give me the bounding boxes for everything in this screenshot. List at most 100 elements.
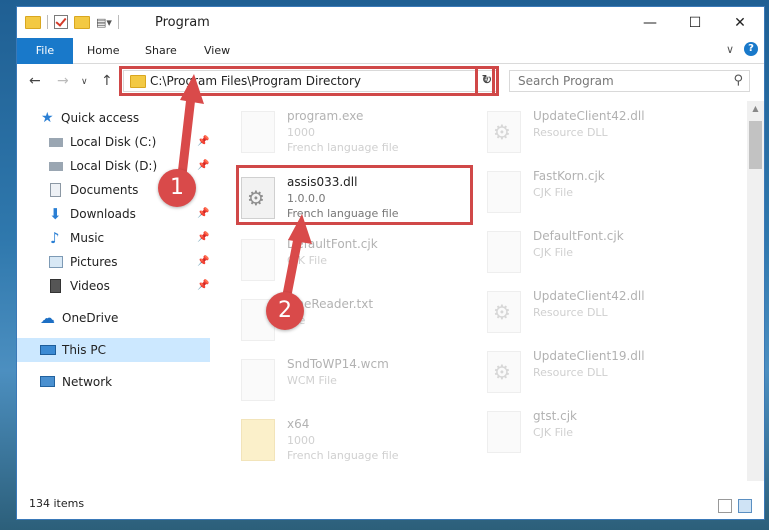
file-icon [241, 359, 275, 401]
pin-icon: 📌 [197, 160, 210, 171]
dll-gear-icon [487, 291, 521, 333]
tab-view[interactable]: View [204, 38, 230, 63]
sidebar-item-onedrive[interactable]: ☁ OneDrive [17, 306, 210, 330]
minimize-button[interactable]: — [627, 7, 673, 38]
forward-icon[interactable]: → [57, 73, 69, 89]
sidebar-item-quick-access[interactable]: ★ Quick access [17, 106, 210, 130]
details-view-icon[interactable] [718, 499, 732, 513]
file-item[interactable]: DefaultFont.cjk CJK File [241, 235, 481, 291]
pin-icon: 📌 [197, 136, 210, 147]
file-name: x64 [287, 417, 310, 431]
file-item[interactable]: UpdateClient42.dll Resource DLL [487, 107, 727, 163]
sidebar-item-network[interactable]: Network [17, 370, 210, 394]
file-description: French language file [287, 449, 399, 462]
sidebar-item-label: Music [70, 231, 105, 245]
up-icon[interactable]: ↑ [101, 73, 113, 89]
file-type: Resource DLL [533, 306, 608, 319]
title-bar: ▤▾ Program — ☐ ✕ [17, 7, 764, 38]
item-count: 134 items [29, 497, 85, 510]
window-title: Program [155, 15, 210, 30]
file-item[interactable]: UpdateClient19.dll Resource DLL [487, 347, 727, 403]
scroll-thumb[interactable] [749, 121, 762, 169]
download-arrow-icon: ⬇ [49, 205, 62, 223]
sidebar-item-videos[interactable]: Videos 📌 [17, 274, 210, 298]
scroll-up-icon[interactable]: ▲ [747, 101, 764, 117]
sidebar-item-label: Local Disk (D:) [70, 159, 158, 173]
file-list: program.exe 1000 French language file as… [217, 101, 745, 481]
sidebar-item-local-disk-c[interactable]: Local Disk (C:) 📌 [17, 130, 210, 154]
file-item[interactable]: gtst.cjk CJK File [487, 407, 727, 463]
sidebar-item-label: Videos [70, 279, 110, 293]
file-name: program.exe [287, 109, 364, 123]
file-type: CJK File [533, 426, 574, 439]
customize-toolbar-icon[interactable]: ▤▾ [96, 16, 112, 29]
highlight-address-box [119, 66, 495, 96]
large-icons-view-icon[interactable] [738, 499, 752, 513]
file-item[interactable]: x64 1000 French language file [241, 415, 481, 471]
divider [47, 15, 48, 29]
file-version: 1000 [287, 434, 315, 447]
file-name: gtst.cjk [533, 409, 577, 423]
file-item[interactable]: UpdateClient42.dll Resource DLL [487, 287, 727, 343]
file-name: SndToWP14.wcm [287, 357, 389, 371]
sidebar-item-this-pc[interactable]: This PC [17, 338, 210, 362]
quick-access-toolbar: ▤▾ [25, 15, 119, 29]
pin-icon: 📌 [197, 280, 210, 291]
file-type: CJK File [533, 246, 574, 259]
file-item[interactable]: DefaultFont.cjk CJK File [487, 227, 727, 283]
file-item[interactable]: FastKorn.cjk CJK File [487, 167, 727, 223]
sidebar-item-label: Quick access [61, 111, 140, 125]
file-item[interactable]: SndToWP14.wcm WCM File [241, 355, 481, 411]
file-type: Resource DLL [533, 366, 608, 379]
help-icon[interactable]: ? [744, 42, 758, 56]
file-item[interactable]: program.exe 1000 French language file [241, 107, 481, 163]
cloud-icon: ☁ [40, 309, 55, 327]
file-name: UpdateClient42.dll [533, 109, 645, 123]
file-icon [487, 171, 521, 213]
sidebar-item-label: Downloads [70, 207, 136, 221]
sidebar-item-label: Pictures [70, 255, 118, 269]
properties-icon[interactable] [54, 15, 68, 29]
documents-icon [50, 183, 61, 197]
file-name: UpdateClient19.dll [533, 349, 645, 363]
dll-gear-icon [487, 351, 521, 393]
film-icon [50, 279, 61, 293]
vertical-scrollbar[interactable]: ▲ [747, 101, 764, 481]
folder-icon [25, 15, 41, 29]
file-icon [241, 239, 275, 281]
file-name: UpdateClient42.dll [533, 289, 645, 303]
pin-icon: 📌 [197, 256, 210, 267]
tab-home[interactable]: Home [87, 38, 119, 63]
file-type: WCM File [287, 374, 337, 387]
new-folder-icon[interactable] [74, 15, 90, 29]
file-icon [487, 411, 521, 453]
sidebar-item-pictures[interactable]: Pictures 📌 [17, 250, 210, 274]
maximize-button[interactable]: ☐ [672, 7, 718, 38]
expand-ribbon-icon[interactable]: ∨ [726, 43, 734, 56]
file-name: FastKorn.cjk [533, 169, 605, 183]
tab-share[interactable]: Share [145, 38, 177, 63]
star-icon: ★ [41, 110, 54, 126]
highlight-file-box [236, 165, 473, 225]
ribbon-tabs: File Home Share View ∨ ? [17, 38, 764, 94]
search-placeholder: Search Program [518, 74, 614, 88]
file-type: Resource DLL [533, 126, 608, 139]
close-button[interactable]: ✕ [717, 7, 763, 38]
search-input[interactable]: Search Program ⚲ [509, 70, 750, 92]
search-icon: ⚲ [733, 73, 743, 88]
file-name: DefaultFont.cjk [533, 229, 624, 243]
network-icon [40, 376, 55, 387]
file-name: DefaultFont.cjk [287, 237, 378, 251]
drive-icon [49, 138, 63, 147]
exe-icon [241, 111, 275, 153]
callout-badge-1: 1 [158, 169, 196, 207]
sidebar-item-label: This PC [62, 343, 106, 357]
sidebar-item-music[interactable]: ♪ Music 📌 [17, 226, 210, 250]
sidebar-item-label: Local Disk (C:) [70, 135, 157, 149]
drive-icon [49, 162, 63, 171]
recent-locations-icon[interactable]: ∨ [81, 77, 88, 87]
pin-icon: 📌 [197, 232, 210, 243]
file-type: CJK File [533, 186, 574, 199]
back-icon[interactable]: ← [29, 73, 41, 89]
sidebar-item-label: Network [62, 375, 113, 389]
